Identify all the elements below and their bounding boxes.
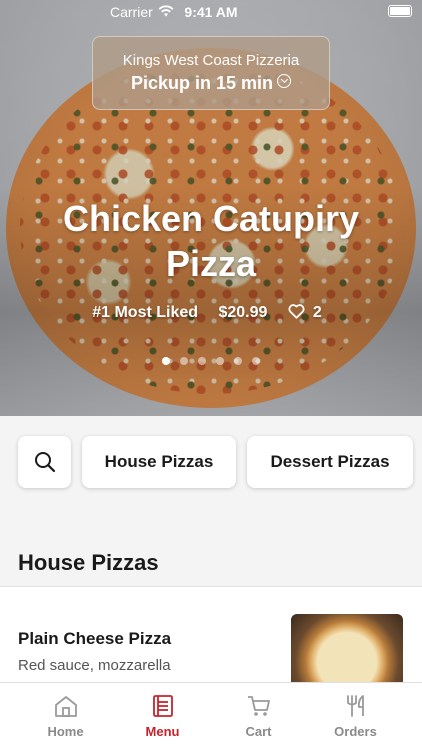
store-name: Kings West Coast Pizzeria bbox=[122, 52, 300, 69]
home-icon bbox=[54, 696, 77, 717]
featured-hero[interactable]: Carrier 9:41 AM Kings West Coast Pizzeri… bbox=[0, 0, 422, 416]
most-liked-badge: #1 Most Liked bbox=[92, 304, 199, 321]
clock: 9:41 AM bbox=[184, 4, 238, 20]
menu-item-image bbox=[291, 614, 403, 682]
status-bar: Carrier 9:41 AM bbox=[0, 0, 422, 24]
cart-icon bbox=[247, 696, 270, 716]
tab-label: Cart bbox=[245, 724, 272, 739]
menu-item-list: Plain Cheese Pizza Red sauce, mozzarella bbox=[0, 587, 422, 682]
likes-count[interactable]: 2 bbox=[288, 304, 330, 321]
carousel-dot[interactable] bbox=[216, 357, 224, 365]
battery-icon bbox=[388, 5, 412, 17]
store-selector[interactable]: Kings West Coast Pizzeria Pickup in 15 m… bbox=[92, 36, 330, 110]
featured-price: $20.99 bbox=[218, 304, 268, 321]
orders-icon bbox=[346, 695, 364, 717]
featured-item-meta: #1 Most Liked $20.99 2 bbox=[0, 304, 422, 322]
tab-home[interactable]: Home bbox=[13, 683, 118, 750]
tab-label: Menu bbox=[145, 724, 180, 739]
carousel-dot[interactable] bbox=[180, 357, 188, 365]
pickup-time: Pickup in 15 min bbox=[93, 73, 329, 94]
tab-label: Home bbox=[47, 724, 84, 739]
tab-cart[interactable]: Cart bbox=[206, 683, 311, 750]
search-button[interactable] bbox=[18, 436, 71, 488]
featured-item-title: Chicken Catupiry Pizza bbox=[62, 198, 360, 284]
heart-icon bbox=[288, 304, 305, 319]
tab-orders[interactable]: Orders bbox=[303, 683, 408, 750]
carousel-dot[interactable] bbox=[198, 357, 206, 365]
carousel-dot[interactable] bbox=[252, 357, 260, 365]
section-title: House Pizzas bbox=[18, 550, 159, 575]
tab-label: Orders bbox=[334, 724, 377, 739]
carousel-dot[interactable] bbox=[234, 357, 242, 365]
search-icon bbox=[34, 452, 55, 473]
menu-item-name: Plain Cheese Pizza bbox=[18, 629, 172, 648]
chevron-down-circle-icon bbox=[277, 74, 292, 88]
category-house-pizzas[interactable]: House Pizzas bbox=[82, 436, 236, 488]
menu-icon bbox=[152, 695, 173, 717]
carousel-dot[interactable] bbox=[162, 357, 170, 365]
menu-item-description: Red sauce, mozzarella bbox=[18, 657, 171, 674]
carousel-dots[interactable] bbox=[0, 352, 422, 370]
tab-bar: Home Menu Cart Orders bbox=[0, 682, 422, 750]
category-dessert-pizzas[interactable]: Dessert Pizzas bbox=[247, 436, 413, 488]
tab-menu[interactable]: Menu bbox=[110, 683, 215, 750]
